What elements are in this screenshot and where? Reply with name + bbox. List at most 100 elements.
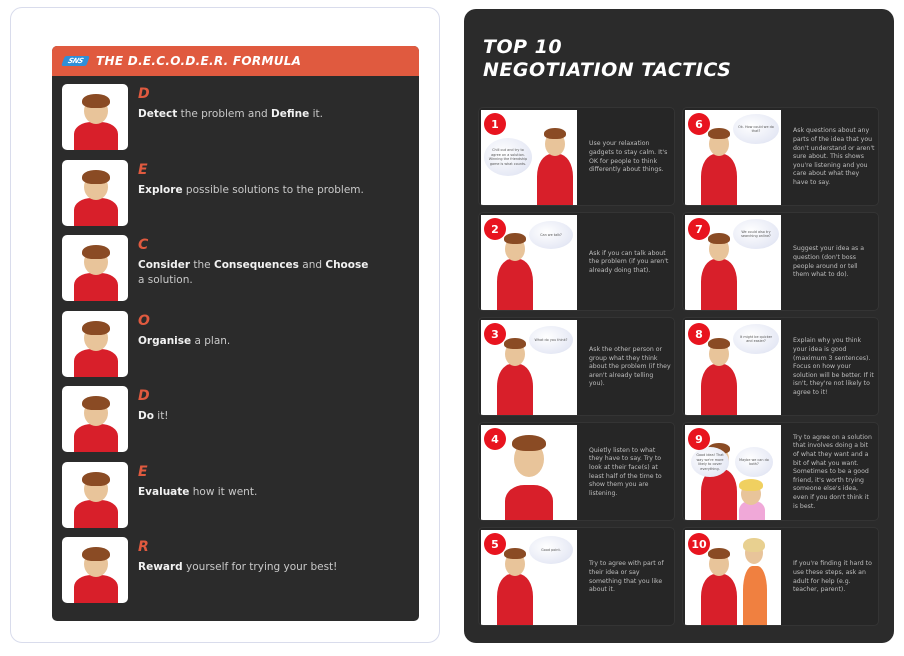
tactic-description: Quietly listen to what they have to say.… <box>589 423 671 520</box>
sns-logo-icon: SNS <box>61 56 90 66</box>
decoder-step: D Do it! <box>62 386 419 462</box>
tactic-card: 8 It might be quicker and easier? Explain … <box>682 317 879 416</box>
tactic-card: 10 If you're finding it hard to use these… <box>682 527 879 626</box>
decoder-step-text: Detect the problem and Define it. <box>138 107 378 122</box>
tactic-number-badge: 3 <box>484 323 506 345</box>
tactic-number-badge: 7 <box>688 218 710 240</box>
tactic-description-text: If you're finding it hard to use these s… <box>793 560 872 594</box>
speech-bubble: It might be quicker and easier? <box>733 324 779 354</box>
character-body <box>701 364 737 415</box>
kids-at-laptop-illustration <box>62 386 128 452</box>
speech-bubble: Good idea! That way we're more likely to… <box>691 447 729 477</box>
step-text-fragment: and <box>298 259 326 271</box>
decoder-step-body: D Detect the problem and Define it. <box>128 84 378 160</box>
step-text-fragment: it! <box>153 410 169 422</box>
boy-with-game-controller-illustration <box>62 537 128 603</box>
tactics-title-line1: TOP 10 <box>483 36 563 58</box>
tactic-illustration: 3 What do you think? <box>481 320 577 415</box>
decoder-step: R Reward yourself for trying your best! <box>62 537 419 613</box>
decoder-title: THE D.E.C.O.D.E.R. FORMULA <box>96 54 302 68</box>
keyword: Do <box>138 410 154 422</box>
step-text-fragment: how it went. <box>189 485 258 498</box>
decoder-step-body: E Explore possible solutions to the probl… <box>128 160 378 236</box>
keyword: Reward <box>138 561 183 573</box>
tactic-illustration: 4 <box>481 425 577 520</box>
decoder-step-letter: D <box>138 388 150 404</box>
tactic-card: 4 Quietly listen to what they have to say… <box>478 422 675 521</box>
keyword: Detect <box>138 108 178 120</box>
decoder-step: E Explore possible solutions to the probl… <box>62 159 419 236</box>
group-at-table-illustration <box>62 159 128 226</box>
tactic-card: 1 Chill out and try to agree on a solutio… <box>478 107 675 206</box>
character-hair <box>504 233 526 244</box>
tactic-illustration: 9 Good idea! That way we're more likely t… <box>685 425 781 520</box>
decoder-panel: SNS THE D.E.C.O.D.E.R. FORMULA D Detect t… <box>52 46 419 621</box>
step-text-fragment: possible solutions to the problem. <box>182 183 364 196</box>
tactic-description: If you're finding it hard to use these s… <box>793 528 875 625</box>
tactics-title-line2: NEGOTIATION TACTICS <box>483 59 732 81</box>
decoder-steps: D Detect the problem and Define it. E Explo… <box>52 76 419 613</box>
character-hair <box>504 548 526 559</box>
tactic-number-badge: 5 <box>484 533 506 555</box>
tactic-description-text: Suggest your idea as a question (don't b… <box>793 245 864 279</box>
character-hair <box>504 338 526 349</box>
step-text-fragment: a plan. <box>191 334 231 347</box>
speech-bubble: Chill out and try to agree on a solution… <box>484 138 532 176</box>
character-hair <box>708 338 730 349</box>
tactic-description-text: Explain why you think your idea is good … <box>793 337 874 396</box>
tactic-card: 7 We could also try searching online? Sugg… <box>682 212 879 311</box>
tactic-description: Explain why you think your idea is good … <box>793 318 875 415</box>
tactic-illustration: 10 <box>685 530 781 625</box>
tactic-number-badge: 4 <box>484 428 506 450</box>
decoder-step-body: C Consider the Consequences and Choose a … <box>128 235 378 311</box>
tactic-description: Use your relaxation gadgets to stay calm… <box>589 108 671 205</box>
decoder-step: E Evaluate how it went. <box>62 461 419 538</box>
decoder-step-text: Consider the Consequences and Choose a s… <box>138 258 378 288</box>
character-hair <box>708 233 730 244</box>
tactic-description-text: Try to agree with part of their idea or … <box>589 560 664 594</box>
decoder-step-letter: D <box>138 86 150 102</box>
character-hair <box>708 128 730 139</box>
tactic-description-text: Ask if you can talk about the problem (i… <box>589 249 669 274</box>
tactic-number-badge: 2 <box>484 218 506 240</box>
decoder-step: O Organise a plan. <box>62 310 419 387</box>
speech-bubble: Can we talk? <box>529 221 573 249</box>
keyword: Define <box>271 108 310 120</box>
character-body <box>701 259 737 310</box>
speech-bubble: Ok. How could we do that? <box>733 114 779 144</box>
character-body <box>497 259 533 310</box>
keyword: Choose <box>325 259 369 271</box>
tactic-description: Suggest your idea as a question (don't b… <box>793 213 875 310</box>
tactic-description-text: Use your relaxation gadgets to stay calm… <box>589 140 668 174</box>
decoder-step: C Consider the Consequences and Choose a … <box>62 235 419 311</box>
tactic-description-text: Ask questions about any parts of the ide… <box>793 127 875 186</box>
tactic-description-text: Quietly listen to what they have to say.… <box>589 446 662 497</box>
character-body <box>497 574 533 625</box>
decoder-card: SNS THE D.E.C.O.D.E.R. FORMULA D Detect t… <box>10 7 440 643</box>
tactic-description: Try to agree with part of their idea or … <box>589 528 671 625</box>
decoder-step-letter: E <box>138 161 148 178</box>
boy-at-whiteboard-illustration <box>62 310 128 377</box>
decoder-step-text: Do it! <box>138 409 378 424</box>
tactic-card: 5 Good point. Try to agree with part of th… <box>478 527 675 626</box>
keyword: Explore <box>138 183 183 196</box>
tactic-number-badge: 9 <box>688 428 710 450</box>
tactic-number-badge: 8 <box>688 323 710 345</box>
decoder-step-text: Reward yourself for trying your best! <box>138 560 378 575</box>
tactic-description-text: Try to agree on a solution that involves… <box>793 433 872 510</box>
character-body <box>497 364 533 415</box>
boy-raising-finger-illustration <box>62 235 128 301</box>
tactic-card: 3 What do you think? Ask the other person … <box>478 317 675 416</box>
step-text-fragment: the problem and <box>177 108 272 120</box>
keyword: Evaluate <box>138 485 190 498</box>
character-body <box>505 485 553 520</box>
decoder-header: SNS THE D.E.C.O.D.E.R. FORMULA <box>52 46 419 76</box>
decoder-step-letter: R <box>138 539 149 555</box>
girl-hair <box>739 479 763 491</box>
tactic-number-badge: 10 <box>688 533 710 555</box>
character-body <box>701 154 737 205</box>
tactic-description: Ask questions about any parts of the ide… <box>793 108 875 205</box>
keyword: Organise <box>138 334 192 347</box>
tactics-title: TOP 10 NEGOTIATION TACTICS <box>483 36 731 82</box>
step-text-fragment: the <box>190 259 214 271</box>
